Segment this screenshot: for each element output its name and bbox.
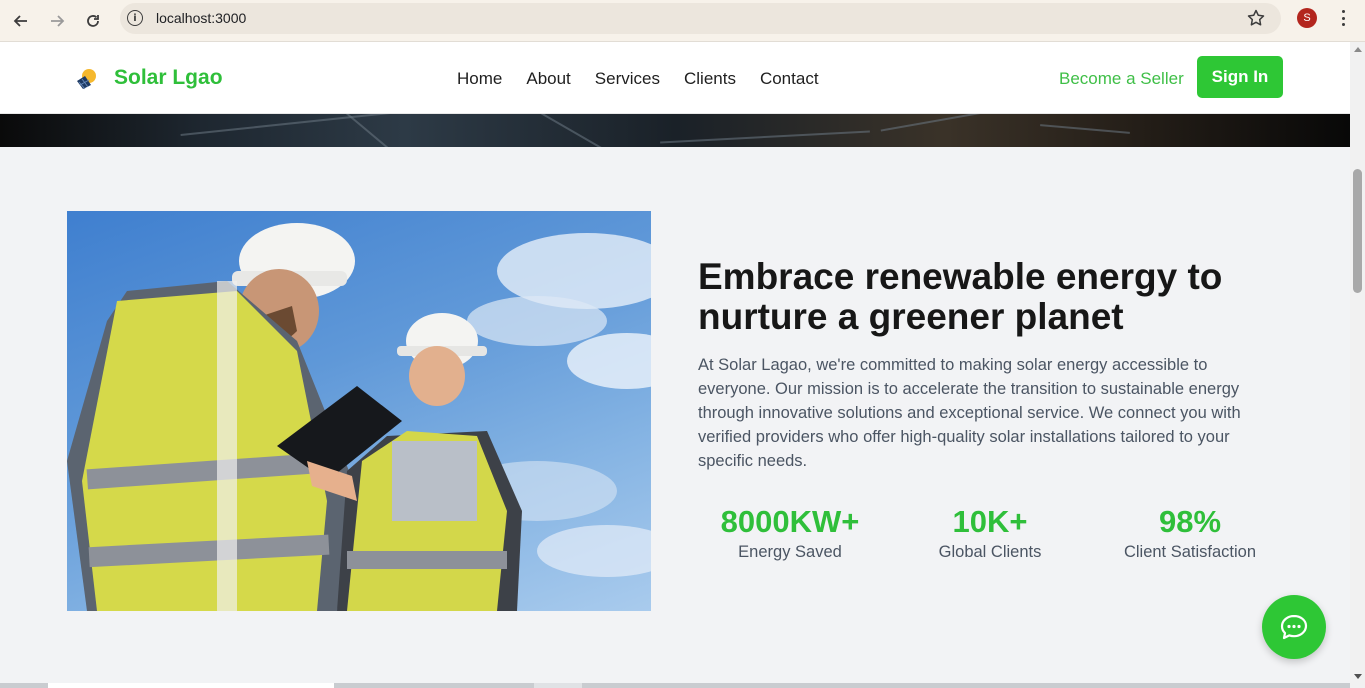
stat-label: Global Clients xyxy=(938,543,1042,561)
nav-contact[interactable]: Contact xyxy=(760,69,819,89)
next-section-edge xyxy=(0,674,1350,688)
stat-value: 8000KW+ xyxy=(720,504,860,539)
browser-toolbar: i localhost:3000 S xyxy=(0,0,1365,42)
forward-icon[interactable] xyxy=(44,8,70,34)
nav-clients[interactable]: Clients xyxy=(684,69,736,89)
about-headline: Embrace renewable energy to nurture a gr… xyxy=(698,256,1223,337)
about-section: Embrace renewable energy to nurture a gr… xyxy=(0,147,1350,674)
sign-in-button[interactable]: Sign In xyxy=(1197,56,1283,98)
scroll-up-arrow-icon[interactable] xyxy=(1354,47,1362,52)
scrollbar-thumb[interactable] xyxy=(1353,169,1362,293)
hero-image-bottom xyxy=(0,114,1350,147)
scroll-down-arrow-icon[interactable] xyxy=(1354,674,1362,679)
chat-button[interactable] xyxy=(1262,595,1326,659)
nav-services[interactable]: Services xyxy=(595,69,660,89)
back-icon[interactable] xyxy=(8,8,34,34)
nav-about[interactable]: About xyxy=(526,69,570,89)
nav-home[interactable]: Home xyxy=(457,69,502,89)
about-paragraph: At Solar Lagao, we're committed to makin… xyxy=(698,356,1241,470)
stat-label: Energy Saved xyxy=(738,543,842,561)
stat-label: Client Satisfaction xyxy=(1123,543,1257,561)
page-scrollbar[interactable] xyxy=(1350,42,1365,688)
profile-avatar[interactable]: S xyxy=(1297,8,1317,28)
bookmark-star-icon[interactable] xyxy=(1246,8,1266,28)
become-seller-link[interactable]: Become a Seller xyxy=(1059,69,1184,89)
browser-menu-icon[interactable] xyxy=(1336,8,1350,28)
stat-value: 98% xyxy=(1158,504,1222,539)
stat-global-clients: 10K+ Global Clients xyxy=(890,503,1090,563)
reload-icon[interactable] xyxy=(80,8,106,34)
site-info-icon[interactable]: i xyxy=(127,10,143,26)
engineers-photo xyxy=(67,211,651,611)
url-text[interactable]: localhost:3000 xyxy=(156,10,246,26)
stat-energy-saved: 8000KW+ Energy Saved xyxy=(690,503,890,563)
address-bar[interactable] xyxy=(120,3,1281,34)
stat-value: 10K+ xyxy=(952,504,1028,539)
solar-logo-icon[interactable] xyxy=(74,67,98,91)
main-nav: Home About Services Clients Contact xyxy=(457,69,819,89)
brand-name[interactable]: Solar Lgao xyxy=(114,66,223,90)
stat-client-satisfaction: 98% Client Satisfaction xyxy=(1090,503,1290,563)
site-header: Solar Lgao Home About Services Clients C… xyxy=(0,42,1350,114)
chat-bubble-icon xyxy=(1280,614,1308,640)
